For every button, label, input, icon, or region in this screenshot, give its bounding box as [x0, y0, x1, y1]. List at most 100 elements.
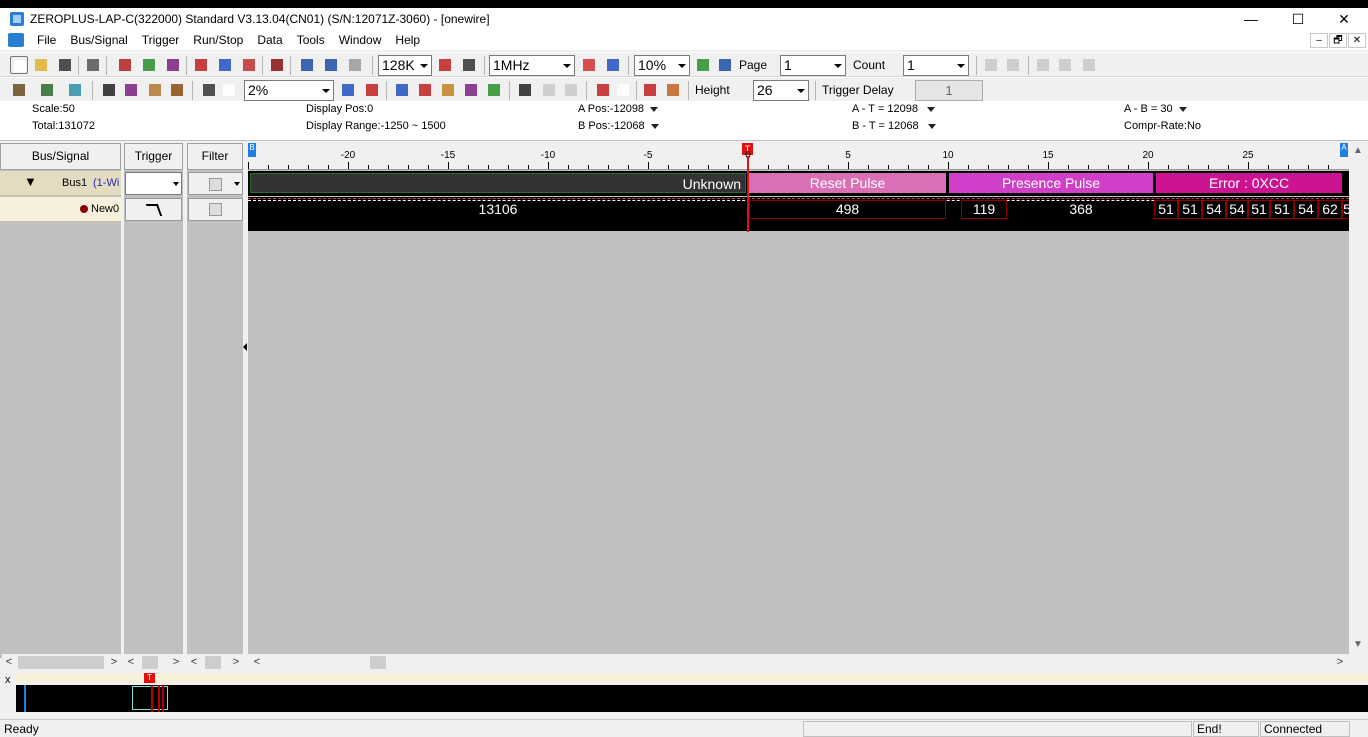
page-select[interactable]: 1	[780, 55, 846, 76]
run-repeat-icon[interactable]	[322, 56, 340, 74]
trigger-setting-icon[interactable]	[192, 56, 210, 74]
b-minus-t-dropdown[interactable]	[927, 123, 936, 129]
bus-signal-header[interactable]: Bus/Signal	[0, 143, 121, 170]
cursor-a-marker[interactable]: A	[1340, 143, 1348, 157]
pointer-icon[interactable]	[100, 81, 118, 99]
pulse-width-cell[interactable]: 54	[1226, 200, 1248, 219]
search-next-icon[interactable]	[562, 81, 580, 99]
pulse-width-cell[interactable]: 51	[1270, 200, 1294, 219]
hand-icon[interactable]	[146, 81, 164, 99]
bar-t-icon[interactable]	[462, 81, 480, 99]
bar-d-icon[interactable]	[485, 81, 503, 99]
pulse-width-cell[interactable]: 51	[1178, 200, 1202, 219]
scroll-right-icon[interactable]: >	[169, 654, 183, 671]
scroll-thumb[interactable]	[205, 656, 221, 669]
channel-row[interactable]: New0	[0, 197, 121, 222]
compare-c-icon[interactable]	[1080, 56, 1098, 74]
pulse-width-cell[interactable]: 54	[1294, 200, 1318, 219]
menu-trigger[interactable]: Trigger	[135, 33, 187, 47]
decode-segment-error[interactable]: Error : 0XCC	[1156, 173, 1342, 193]
trigger-delay-field[interactable]: 1	[915, 80, 983, 101]
page-prev-icon[interactable]	[694, 56, 712, 74]
channel-filter-button[interactable]	[188, 198, 243, 221]
display-mode-dropdown[interactable]	[220, 81, 238, 99]
scroll-left-icon[interactable]: <	[2, 654, 16, 671]
internal-clock-icon[interactable]	[580, 56, 598, 74]
bar-c-icon[interactable]	[439, 81, 457, 99]
trigger-position-select[interactable]: 10%	[634, 55, 690, 76]
scroll-thumb[interactable]	[142, 656, 158, 669]
scroll-right-icon[interactable]: >	[229, 654, 243, 671]
a-minus-t-dropdown[interactable]	[927, 106, 936, 112]
memory-depth-select[interactable]: 128K	[378, 55, 432, 76]
grid-icon[interactable]	[38, 81, 56, 99]
minimize-button[interactable]: —	[1228, 8, 1274, 30]
zoom-in-memory-icon[interactable]	[436, 56, 454, 74]
overview-trigger-marker[interactable]: T	[144, 673, 155, 683]
pulse-width-cell[interactable]: 119	[961, 200, 1007, 219]
home-icon[interactable]	[594, 81, 612, 99]
scroll-left-icon[interactable]: <	[124, 654, 138, 671]
menu-run-stop[interactable]: Run/Stop	[186, 33, 250, 47]
run-icon[interactable]	[298, 56, 316, 74]
pulse-width-cell[interactable]: 62	[1318, 200, 1342, 219]
pulse-width-cell[interactable]: 13106	[250, 200, 746, 219]
compare-a-icon[interactable]	[1034, 56, 1052, 74]
align-right-icon[interactable]	[1004, 56, 1022, 74]
trigger-hscroll[interactable]: < >	[124, 654, 183, 671]
stop-icon[interactable]	[346, 56, 364, 74]
bus-row[interactable]: ▼ Bus1 (1-Wi	[0, 171, 121, 196]
open-folder-icon[interactable]	[32, 56, 50, 74]
scroll-thumb[interactable]	[370, 656, 386, 669]
a-minus-b-dropdown[interactable]	[1178, 106, 1187, 112]
trigger-mode-icon[interactable]	[268, 56, 286, 74]
cursor-select-icon[interactable]	[122, 81, 140, 99]
b-pos-dropdown[interactable]	[650, 123, 659, 129]
bus-setting-icon[interactable]	[116, 56, 134, 74]
scroll-right-icon[interactable]: >	[1333, 654, 1347, 671]
pulse-width-cell[interactable]: 54	[1202, 200, 1226, 219]
menu-data[interactable]: Data	[250, 33, 289, 47]
channel-waveform-row[interactable]: 13106 498 119 368 51 51 54 54 51 51 54 6…	[248, 197, 1349, 231]
layers-icon[interactable]	[66, 81, 84, 99]
filter-header[interactable]: Filter	[187, 143, 243, 170]
display-mode-icon[interactable]	[200, 81, 218, 99]
overview-close-button[interactable]: x	[5, 674, 11, 686]
menu-help[interactable]: Help	[388, 33, 427, 47]
scroll-left-icon[interactable]: <	[250, 654, 264, 671]
search-prev-icon[interactable]	[540, 81, 558, 99]
bar-b-icon[interactable]	[416, 81, 434, 99]
pulse-width-cell[interactable]: 498	[749, 200, 946, 219]
bus-icon[interactable]	[641, 81, 659, 99]
pulse-width-cell[interactable]: 51	[1248, 200, 1270, 219]
channel-setting-icon[interactable]	[140, 56, 158, 74]
external-clock-icon[interactable]	[604, 56, 622, 74]
trigger-edge-icon[interactable]	[216, 56, 234, 74]
expand-triangle-icon[interactable]: ▼	[24, 174, 37, 189]
scroll-left-icon[interactable]: <	[187, 654, 201, 671]
a-pos-dropdown[interactable]	[650, 106, 659, 112]
count-select[interactable]: 1	[903, 55, 969, 76]
page-next-icon[interactable]	[716, 56, 734, 74]
home-dropdown[interactable]	[614, 81, 632, 99]
print-icon[interactable]	[84, 56, 102, 74]
bus-signal-hscroll[interactable]: < >	[2, 654, 121, 671]
decode-segment-reset-pulse[interactable]: Reset Pulse	[749, 173, 946, 193]
mdi-minimize-button[interactable]: –	[1310, 33, 1328, 48]
decode-segment-unknown[interactable]: Unknown	[250, 173, 746, 193]
scroll-thumb[interactable]	[18, 656, 104, 669]
menu-file[interactable]: File	[30, 33, 63, 47]
new-file-icon[interactable]	[10, 56, 28, 74]
mdi-close-button[interactable]: ✕	[1348, 33, 1366, 48]
sample-rate-select[interactable]: 1MHz	[489, 55, 575, 76]
scroll-right-icon[interactable]: >	[107, 654, 121, 671]
bus-trigger-select[interactable]	[125, 172, 182, 195]
menu-window[interactable]: Window	[332, 33, 389, 47]
bus-filter-select[interactable]	[188, 172, 243, 195]
compare-b-icon[interactable]	[1056, 56, 1074, 74]
save-icon[interactable]	[56, 56, 74, 74]
measure-icon[interactable]	[168, 81, 186, 99]
height-select[interactable]: 26	[753, 80, 809, 101]
pulse-width-cell[interactable]: 368	[1008, 200, 1154, 219]
scroll-up-icon[interactable]: ▲	[1353, 145, 1363, 156]
